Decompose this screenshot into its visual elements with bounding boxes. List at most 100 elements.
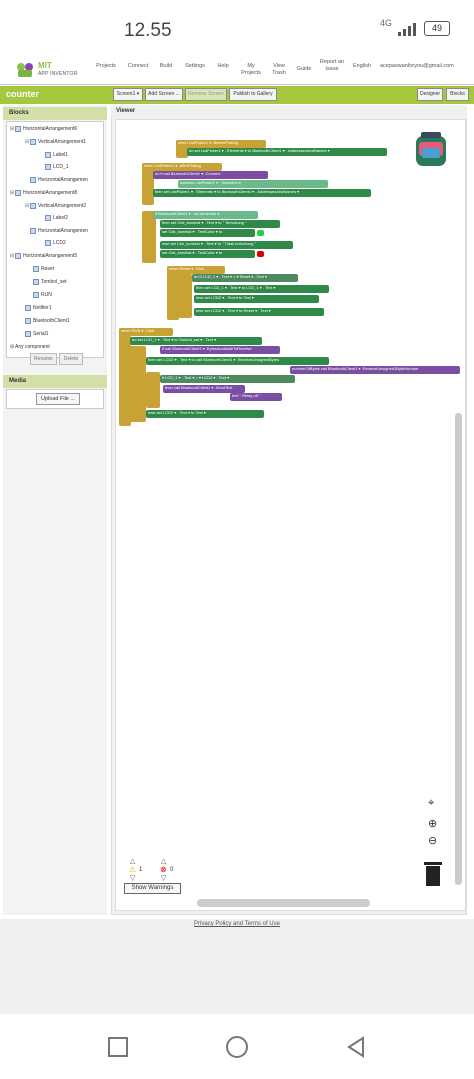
- blocks-button[interactable]: Blocks: [446, 88, 469, 101]
- recents-icon[interactable]: [108, 1037, 128, 1057]
- vertical-scrollbar[interactable]: [455, 413, 462, 885]
- app-inventor-logo[interactable]: MIT APP INVENTOR: [16, 60, 96, 82]
- nav-build[interactable]: Build: [156, 63, 176, 70]
- getter-block[interactable]: if BluetoothClient1 ▾ . IsConnected ▾: [153, 211, 258, 219]
- horizontal-scrollbar[interactable]: [197, 899, 370, 907]
- remove-screen-button[interactable]: Remove Screen: [185, 88, 227, 101]
- tree-item[interactable]: HorizontalArrangemen: [25, 176, 88, 184]
- back-icon[interactable]: [345, 1036, 367, 1058]
- blocks-workspace[interactable]: [115, 119, 466, 911]
- tree-item[interactable]: ⊟ HorizontalArrangement5: [10, 252, 77, 260]
- rename-button[interactable]: Rename: [30, 353, 57, 365]
- event-block[interactable]: when ListPicker1 ▾ .BeforePicking: [176, 140, 266, 148]
- errors-down-arrow-icon[interactable]: ▽: [161, 874, 166, 882]
- method-call-block[interactable]: if call BluetoothClient1 ▾ .BytesAvailab…: [160, 346, 280, 354]
- label-icon: [45, 163, 51, 170]
- compare-block[interactable]: do if LCD_1 ▾ . Text ▾ = ▾ Reset ▾ . Tex…: [192, 274, 298, 282]
- event-block[interactable]: when RUN ▾ .Click: [119, 328, 173, 336]
- home-icon[interactable]: [226, 1036, 248, 1058]
- color-green-swatch[interactable]: [257, 230, 264, 236]
- warnings-down-arrow-icon[interactable]: ▽: [130, 874, 135, 882]
- setter-block[interactable]: do set LCD_1 ▾ . Text ▾ to Tombol_set ▾ …: [130, 337, 262, 345]
- tree-item[interactable]: RUN: [33, 291, 52, 299]
- recenter-icon[interactable]: ⌖: [428, 797, 434, 810]
- color-red-swatch[interactable]: [257, 251, 264, 257]
- nav-connect[interactable]: Connect: [124, 63, 152, 70]
- event-block[interactable]: when Reset ▾ .Click: [167, 266, 225, 274]
- label-icon: [45, 214, 51, 221]
- if-block[interactable]: [146, 372, 160, 408]
- privacy-link[interactable]: Privacy Policy and Terms of Use: [0, 921, 474, 927]
- zoom-in-icon[interactable]: ⊕: [428, 817, 437, 830]
- nav-my-projects[interactable]: My Projects: [237, 63, 265, 77]
- screen-dropdown[interactable]: Screen1 ▾: [113, 88, 143, 101]
- tree-item[interactable]: BluetoothClient1: [25, 317, 70, 325]
- label-icon: [45, 239, 51, 246]
- logo-subtitle: APP INVENTOR: [38, 71, 78, 77]
- warnings-up-arrow-icon[interactable]: △: [130, 857, 135, 865]
- nav-language[interactable]: English: [349, 63, 375, 70]
- setter-block[interactable]: then set Cek_koneksi ▾ . Text ▾ to " Ter…: [160, 220, 280, 228]
- method-call-block[interactable]: do if call BluetoothClient1 ▾ .Connect: [153, 171, 268, 179]
- tree-item[interactable]: Label2: [45, 214, 68, 222]
- setter-block[interactable]: else set LCD2 ▾ . Text ▾ to Text ▾: [194, 295, 319, 303]
- arrangement-icon: [30, 176, 36, 183]
- delete-button[interactable]: Delete: [59, 353, 83, 365]
- zoom-out-icon[interactable]: ⊖: [428, 834, 437, 847]
- backpack-icon[interactable]: [411, 130, 451, 168]
- tree-item[interactable]: ⊟ VerticalArrangement1: [25, 138, 86, 146]
- upload-file-button[interactable]: Upload File ...: [36, 393, 80, 405]
- tree-item[interactable]: Notifier1: [25, 304, 52, 312]
- nav-view-trash[interactable]: View Trash: [268, 63, 290, 77]
- method-call-block[interactable]: then call BluetoothClient1 ▾ .SendText: [163, 385, 245, 393]
- notifier-icon: [25, 304, 31, 311]
- nav-guide[interactable]: Guide: [293, 66, 315, 73]
- text-block[interactable]: text " Relay off ": [230, 393, 282, 401]
- project-name: counter: [6, 89, 40, 99]
- errors-count: 0: [170, 867, 174, 873]
- serial-icon: [25, 330, 31, 337]
- trash-icon[interactable]: [424, 862, 442, 886]
- nav-settings[interactable]: Settings: [181, 63, 209, 70]
- publish-gallery-button[interactable]: Publish to Gallery: [229, 88, 277, 101]
- tree-item[interactable]: Label1: [45, 151, 68, 159]
- designer-button[interactable]: Designer: [417, 88, 443, 101]
- compare-block[interactable]: if LCD_1 ▾ . Text ▾ = ▾ LCD2 ▾ . Text ▾: [160, 375, 295, 383]
- getter-block[interactable]: address ListPicker1 ▾ . Selection ▾: [178, 180, 328, 188]
- network-type: 4G: [380, 18, 393, 28]
- if-block[interactable]: [178, 274, 192, 318]
- nav-projects[interactable]: Projects: [93, 63, 119, 70]
- nav-help[interactable]: Help: [213, 63, 233, 70]
- if-block[interactable]: [130, 346, 146, 422]
- tree-item[interactable]: ⊞Any component: [10, 343, 50, 351]
- tree-item[interactable]: Reset: [33, 265, 54, 273]
- tree-item[interactable]: Serial1: [25, 330, 49, 338]
- blocks-tree: ⊟ HorizontalArrangement6 ⊟ VerticalArrange…: [6, 121, 104, 358]
- tree-item[interactable]: ⊟ HorizontalArrangement8: [10, 189, 77, 197]
- show-warnings-button[interactable]: Show Warnings: [124, 883, 181, 894]
- setter-block[interactable]: set Cek_koneksi ▾ . TextColor ▾ to: [160, 229, 255, 237]
- setter-block[interactable]: set Cek_koneksi ▾ . TextColor ▾ to: [160, 250, 255, 258]
- add-screen-button[interactable]: Add Screen ...: [145, 88, 183, 101]
- setter-block[interactable]: else set LCD2 ▾ . Text ▾ to Reset ▾ . Te…: [194, 308, 324, 316]
- setter-block[interactable]: do set ListPicker1 ▾ . Elements ▾ to Blu…: [187, 148, 387, 156]
- tree-item[interactable]: LCD2: [45, 239, 66, 247]
- event-block[interactable]: when ListPicker1 ▾ .AfterPicking: [142, 163, 222, 171]
- warning-icon: ⚠: [129, 865, 137, 874]
- tree-item[interactable]: HorizontalArrangemen: [25, 227, 88, 235]
- project-toolbar: counter Screen1 ▾ Add Screen ... Remove …: [0, 86, 474, 104]
- tree-item[interactable]: ⊟ VerticalArrangement2: [25, 202, 86, 210]
- method-call-block[interactable]: numberOfBytes call BluetoothClient1 ▾ .R…: [290, 366, 460, 374]
- tree-item[interactable]: LCD_1: [45, 163, 69, 171]
- setter-block[interactable]: else set Cek_koneksi ▾ . Text ▾ to " Tid…: [160, 241, 293, 249]
- nav-account[interactable]: acepaswanforyou@gmail.com: [380, 63, 472, 70]
- setter-block[interactable]: then set ListPicker1 ▾ . Elements ▾ to B…: [153, 189, 371, 197]
- setter-block[interactable]: then set LCD_1 ▾ . Text ▾ to LCD_1 ▾ . T…: [194, 285, 329, 293]
- media-panel-title: Media: [3, 375, 107, 388]
- errors-up-arrow-icon[interactable]: △: [161, 857, 166, 865]
- tree-item[interactable]: ⊟ HorizontalArrangement6: [10, 125, 77, 133]
- setter-block[interactable]: then set LCD2 ▾ . Text ▾ to call Bluetoo…: [146, 357, 329, 365]
- nav-report-issue[interactable]: Report an Issue: [318, 59, 346, 73]
- setter-block[interactable]: else set LCD2 ▾ . Text ▾ to Text ▾: [146, 410, 264, 418]
- tree-item[interactable]: Tombol_set: [33, 278, 67, 286]
